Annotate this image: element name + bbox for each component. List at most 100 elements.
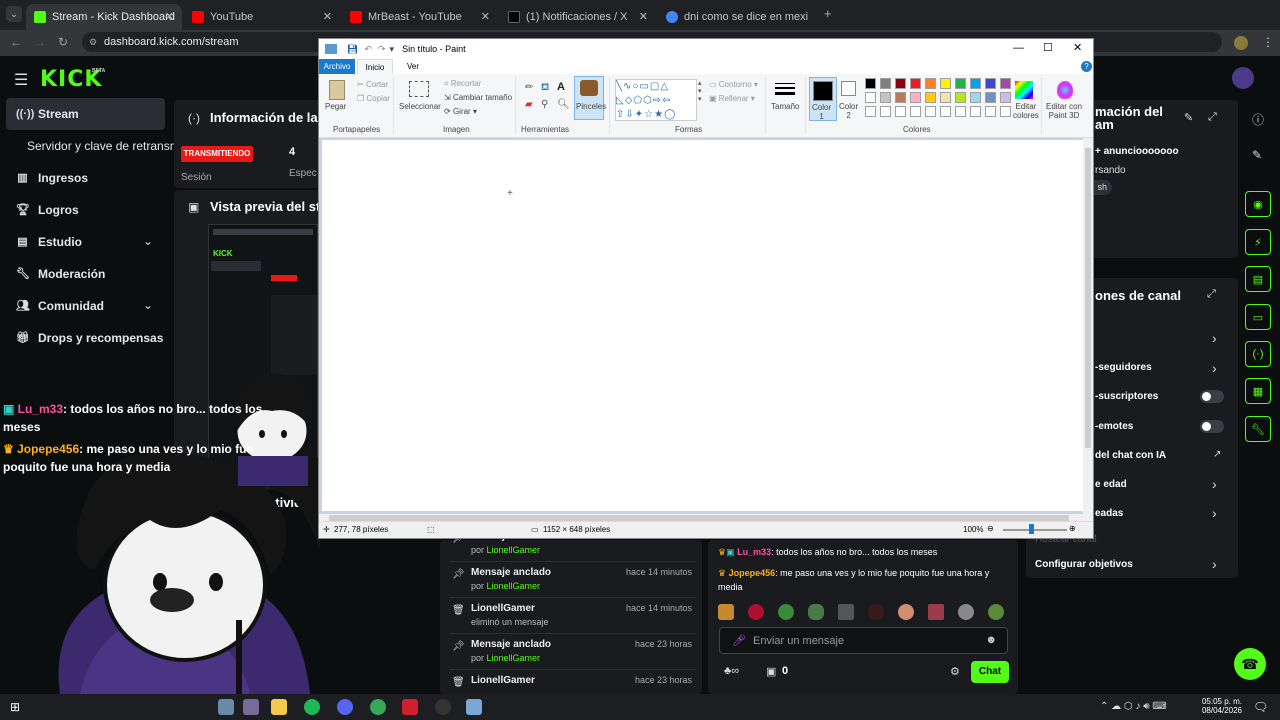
age-option[interactable]: e edad xyxy=(1095,479,1127,490)
copy-button[interactable]: ❐ Copiar xyxy=(357,94,390,103)
paste-icon[interactable] xyxy=(329,80,345,100)
emote-icon[interactable] xyxy=(838,604,854,620)
activity-user[interactable]: LionellGamer xyxy=(487,545,541,555)
save-icon[interactable]: 💾︎ xyxy=(347,44,358,55)
quick-access-dropdown-icon[interactable]: ▾ xyxy=(390,44,395,55)
expand-icon[interactable]: ⤢ xyxy=(1208,111,1217,124)
activity-row[interactable]: 📌︎ Mensaje anclado por LionellGamer hace 14… xyxy=(450,562,696,598)
select-label[interactable]: Seleccionar xyxy=(399,102,441,111)
pencil-icon[interactable]: ✏ xyxy=(525,82,533,93)
emote-icon[interactable] xyxy=(988,604,1004,620)
palette-swatch[interactable] xyxy=(910,78,921,89)
select-icon[interactable] xyxy=(409,81,429,97)
fill-button[interactable]: ▣ Rellenar ▾ xyxy=(709,94,755,103)
minimize-icon[interactable]: — xyxy=(1013,42,1024,54)
palette-swatch[interactable] xyxy=(970,92,981,103)
subscribers-only-toggle[interactable] xyxy=(1200,390,1224,403)
palette-swatch[interactable] xyxy=(1000,78,1011,89)
resize-button[interactable]: ⇲ Cambiar tamaño xyxy=(444,93,512,102)
activity-row[interactable]: 🗑︎ LionellGamer eliminó un mensaje hace 14 … xyxy=(450,598,696,634)
taskbar-photo-icon[interactable] xyxy=(243,699,259,715)
palette-swatch[interactable] xyxy=(910,92,921,103)
tab-x-notifications[interactable]: (1) Notificaciones / X ✕ xyxy=(500,4,656,30)
color2-swatch[interactable] xyxy=(841,81,856,96)
tab-mrbeast[interactable]: MrBeast - YouTube ✕ xyxy=(342,4,498,30)
color-picker-icon[interactable]: ⚲ xyxy=(541,99,548,110)
nav-item-studio[interactable]: ▤ Estudio xyxy=(16,235,82,249)
palette-swatch[interactable] xyxy=(955,106,966,117)
color-palette[interactable] xyxy=(865,78,1015,118)
reload-icon[interactable]: ↻ xyxy=(58,35,68,49)
chat-input[interactable]: 🎤︎ Enviar un mensaje ☻ xyxy=(719,627,1008,654)
new-tab-icon[interactable]: + xyxy=(824,6,832,21)
palette-swatch[interactable] xyxy=(865,92,876,103)
nav-item-moderation[interactable]: 🔧︎ Moderación xyxy=(16,267,105,281)
palette-swatch[interactable] xyxy=(865,78,876,89)
outline-button[interactable]: ▭ Contorno ▾ xyxy=(709,80,758,89)
color1-button[interactable]: Color 1 xyxy=(809,77,837,121)
zoom-slider-track[interactable] xyxy=(1003,529,1067,531)
paint-canvas[interactable]: + xyxy=(322,140,1083,511)
close-tab-icon[interactable]: ✕ xyxy=(323,10,332,23)
tab-kick-dashboard[interactable]: Stream - Kick Dashboard ✕ xyxy=(26,4,182,30)
gift-box-icon[interactable]: ▣ xyxy=(766,665,776,678)
palette-swatch[interactable] xyxy=(925,78,936,89)
chat-username[interactable]: Lu_m33 xyxy=(737,547,771,557)
forward-icon[interactable]: → xyxy=(34,35,46,49)
close-tab-icon[interactable]: ✕ xyxy=(481,10,490,23)
zoom-out-icon[interactable]: ⊖ xyxy=(987,524,994,533)
crop-button[interactable]: ⌗ Recortar xyxy=(444,79,481,89)
emote-icon[interactable] xyxy=(958,604,974,620)
info-icon[interactable]: ⓘ xyxy=(1252,111,1264,128)
home-tab[interactable]: Inicio xyxy=(357,59,393,74)
undo-icon[interactable]: ↶ xyxy=(364,44,372,55)
palette-swatch[interactable] xyxy=(895,78,906,89)
emote-icon[interactable] xyxy=(778,604,794,620)
configure-goals-option[interactable]: Configurar objetivos xyxy=(1035,559,1133,570)
maximize-icon[interactable]: ☐ xyxy=(1043,41,1053,54)
tab-youtube[interactable]: YouTube ✕ xyxy=(184,4,340,30)
cut-button[interactable]: ✂ Cortar xyxy=(357,80,388,89)
notifications-icon[interactable]: 🗨︎ xyxy=(1253,700,1268,714)
emote-icon[interactable] xyxy=(868,604,884,620)
spotify-icon[interactable] xyxy=(304,699,320,715)
system-tray-icons[interactable]: ⌃ ☁ ⬡ ♪ 🔊︎ ⌨ xyxy=(1100,701,1167,712)
chat-settings-icon[interactable]: ⚙ xyxy=(950,665,960,678)
menu-dots-icon[interactable]: ⋮ xyxy=(1262,35,1274,49)
emote-icon[interactable] xyxy=(718,604,734,620)
emotes-only-toggle[interactable] xyxy=(1200,420,1224,433)
palette-swatch[interactable] xyxy=(1000,106,1011,117)
vertical-scrollbar[interactable] xyxy=(1083,138,1093,514)
infinity-icon[interactable]: ♣∞ xyxy=(724,665,739,677)
activity-row[interactable]: 🗑︎ LionellGamer hace 23 horas xyxy=(450,670,696,694)
activity-user[interactable]: LionellGamer xyxy=(487,653,541,663)
zoom-slider-thumb[interactable] xyxy=(1029,524,1034,534)
obs-icon[interactable] xyxy=(435,699,451,715)
external-link-icon[interactable]: ↗ xyxy=(1213,449,1221,460)
zoom-in-icon[interactable]: ⊕ xyxy=(1069,524,1076,533)
wrench-tool-button[interactable]: 🔧︎ xyxy=(1245,416,1271,442)
paint3d-label[interactable]: Editar con Paint 3D xyxy=(1046,102,1082,120)
activity-user[interactable]: LionellGamer xyxy=(487,581,541,591)
chevron-right-icon[interactable]: › xyxy=(1212,556,1217,572)
palette-swatch[interactable] xyxy=(925,92,936,103)
palette-swatch[interactable] xyxy=(985,106,996,117)
start-icon[interactable]: ⊞ xyxy=(10,700,20,714)
rotate-button[interactable]: ⟳ Girar ▾ xyxy=(444,107,477,116)
palette-swatch[interactable] xyxy=(940,78,951,89)
chat-username[interactable]: Jopepe456 xyxy=(729,568,776,578)
palette-swatch[interactable] xyxy=(895,92,906,103)
site-info-icon[interactable]: ⚙ xyxy=(89,37,97,48)
paste-label[interactable]: Pegar xyxy=(325,102,346,111)
palette-swatch[interactable] xyxy=(880,106,891,117)
valorant-icon[interactable] xyxy=(402,699,418,715)
close-tab-icon[interactable]: ✕ xyxy=(165,10,174,23)
hamburger-menu-icon[interactable]: ☰ xyxy=(14,70,28,90)
eraser-icon[interactable]: ▰ xyxy=(525,99,533,110)
blocked-option[interactable]: eadas xyxy=(1095,508,1123,519)
microphone-icon[interactable]: 🎤︎ xyxy=(732,634,746,647)
edit-colors-label[interactable]: Editar colores xyxy=(1013,102,1039,120)
chat-tool-button[interactable]: ▭ xyxy=(1245,304,1271,330)
chat-send-button[interactable]: Chat xyxy=(971,661,1009,683)
camera-tool-button[interactable]: ◉ xyxy=(1245,191,1271,217)
